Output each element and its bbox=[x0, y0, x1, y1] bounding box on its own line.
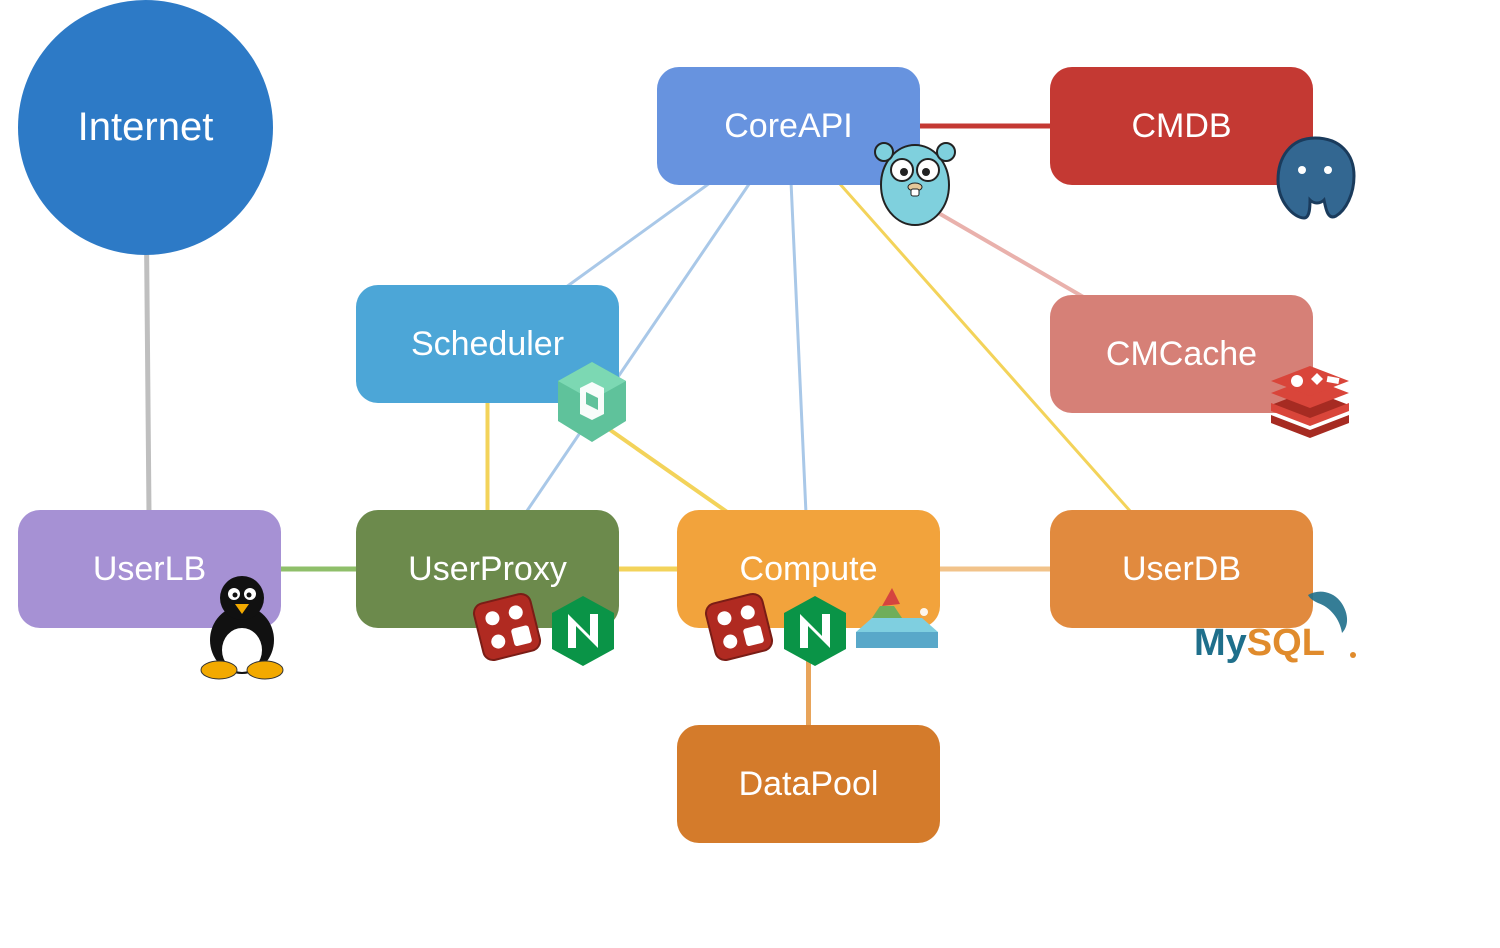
node-cmcache-label: CMCache bbox=[1106, 335, 1257, 374]
rails-icon bbox=[700, 588, 778, 666]
node-userlb-label: UserLB bbox=[93, 550, 206, 589]
rails-icon bbox=[468, 588, 546, 666]
node-internet-label: Internet bbox=[78, 105, 214, 150]
node-cmdb-label: CMDB bbox=[1131, 107, 1231, 146]
svg-text:MySQL: MySQL bbox=[1194, 622, 1325, 664]
postgres-icon bbox=[1270, 130, 1360, 225]
gopher-icon bbox=[870, 130, 960, 230]
architecture-diagram: Internet CoreAPI CMDB Scheduler CMCache … bbox=[0, 0, 1500, 948]
nomad-icon bbox=[552, 358, 632, 448]
node-userdb-label: UserDB bbox=[1122, 550, 1241, 589]
node-datapool-label: DataPool bbox=[739, 765, 879, 804]
node-userproxy-label: UserProxy bbox=[408, 550, 567, 589]
redis-icon bbox=[1265, 365, 1355, 440]
nginx-icon bbox=[548, 592, 618, 670]
node-internet: Internet bbox=[18, 0, 273, 255]
mysql-icon: MySQL bbox=[1190, 585, 1360, 670]
node-coreapi-label: CoreAPI bbox=[724, 107, 853, 146]
edge-coreapi-compute bbox=[789, 126, 809, 569]
node-scheduler-label: Scheduler bbox=[411, 325, 564, 364]
linux-icon bbox=[195, 570, 290, 680]
node-datapool: DataPool bbox=[677, 725, 940, 843]
nginx-icon bbox=[780, 592, 850, 670]
terrain-icon bbox=[852, 582, 942, 660]
